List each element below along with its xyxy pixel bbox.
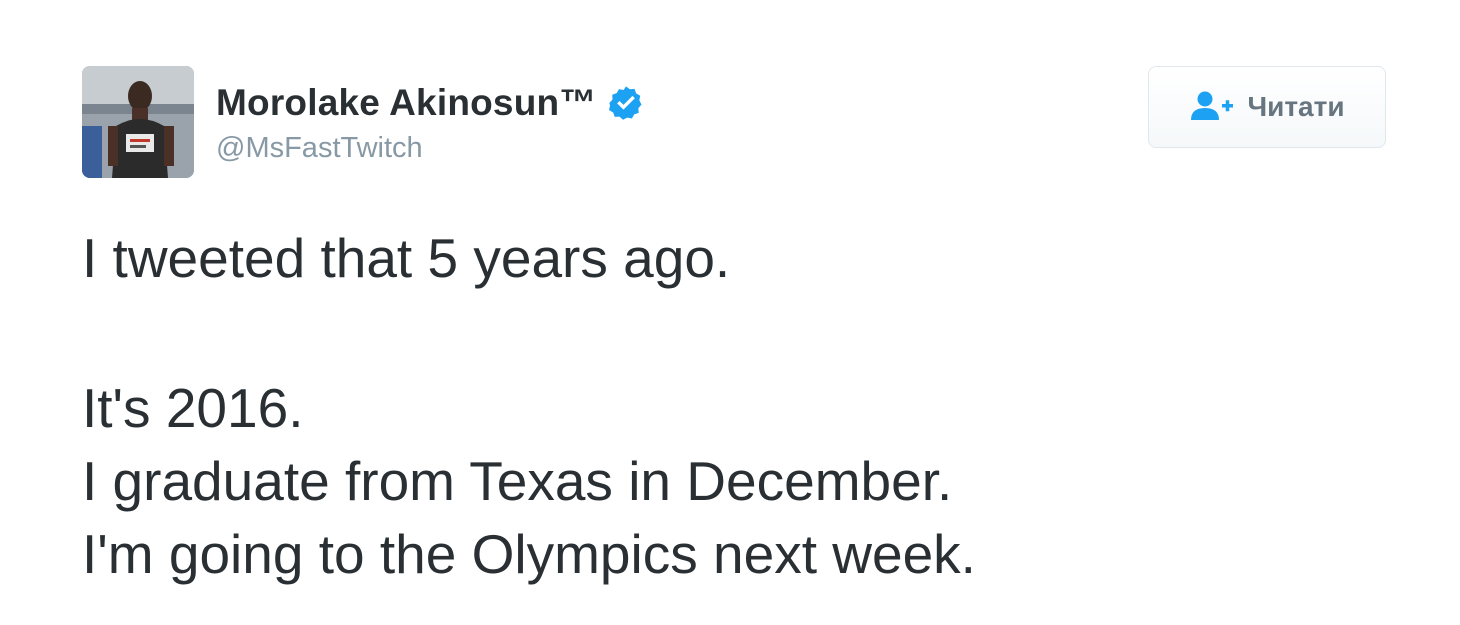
follow-person-plus-icon	[1189, 90, 1235, 124]
follow-button-label: Читати	[1247, 91, 1345, 122]
follow-button[interactable]: Читати	[1148, 66, 1386, 148]
tweet-text-line: I graduate from Texas in December.	[82, 450, 953, 512]
avatar-photo	[82, 66, 194, 178]
tweet-text-line: It's 2016.	[82, 377, 304, 439]
avatar[interactable]	[82, 66, 194, 178]
tweet-text-line: I'm going to the Olympics next week.	[82, 523, 976, 585]
verified-badge-icon	[607, 84, 645, 122]
display-name[interactable]: Morolake Akinosun™	[216, 82, 597, 124]
user-handle[interactable]: @MsFastTwitch	[216, 132, 645, 165]
tweet-card: Morolake Akinosun™ @MsFastTwitch Читати …	[0, 0, 1460, 625]
user-info[interactable]: Morolake Akinosun™ @MsFastTwitch	[216, 80, 645, 165]
tweet-text-line: I tweeted that 5 years ago.	[82, 227, 731, 289]
tweet-text: I tweeted that 5 years ago. It's 2016. I…	[82, 222, 976, 591]
